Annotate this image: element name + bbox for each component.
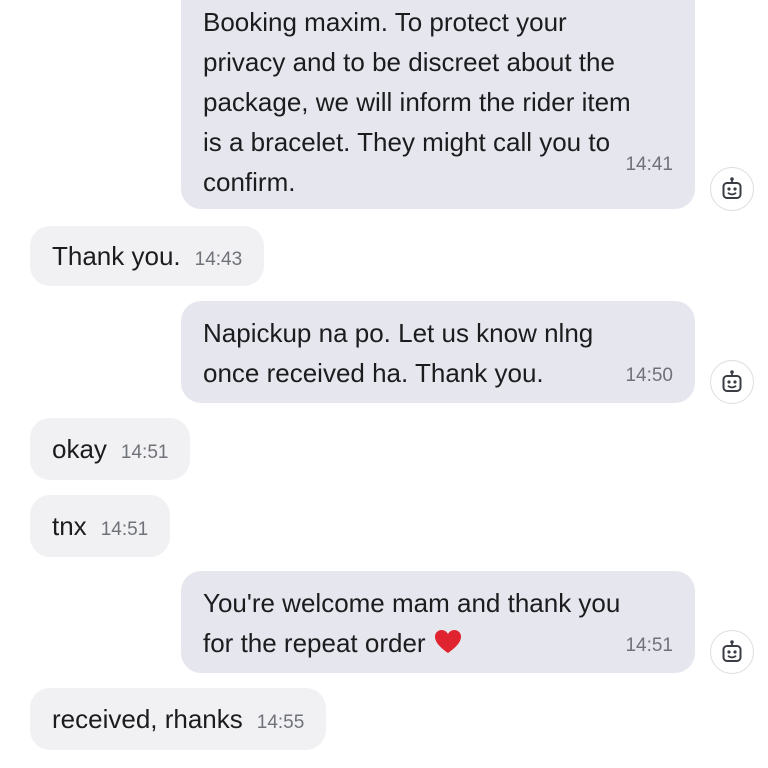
message-text-content: You're welcome mam and thank you for the… xyxy=(203,588,621,658)
robot-icon[interactable] xyxy=(710,167,754,211)
chat-thread: Booking maxim. To protect your privacy a… xyxy=(0,0,768,768)
outgoing-message[interactable]: Napickup na po. Let us know nlng once re… xyxy=(181,301,695,403)
message-time: 14:51 xyxy=(120,442,169,463)
heart-emoji xyxy=(434,630,461,653)
message-time: 14:51 xyxy=(625,635,673,656)
outgoing-message[interactable]: You're welcome mam and thank you for the… xyxy=(181,571,695,673)
message-text: received, rhanks xyxy=(52,704,243,734)
incoming-message[interactable]: Thank you. 14:43 xyxy=(30,226,265,286)
message-text: You're welcome mam and thank you for the… xyxy=(203,583,673,663)
message-text: tnx xyxy=(52,511,87,541)
incoming-message[interactable]: tnx 14:51 xyxy=(30,495,171,557)
robot-icon-glyph xyxy=(722,370,742,392)
robot-icon-glyph xyxy=(722,177,742,199)
message-time: 14:41 xyxy=(625,154,673,175)
message-text: Thank you. xyxy=(52,241,181,271)
robot-icon[interactable] xyxy=(710,630,754,674)
message-time: 14:55 xyxy=(256,712,305,733)
robot-icon[interactable] xyxy=(710,360,754,404)
message-text: Booking maxim. To protect your privacy a… xyxy=(203,7,631,197)
message-time: 14:51 xyxy=(100,519,149,540)
message-time: 14:50 xyxy=(625,365,673,386)
message-text: okay xyxy=(52,434,107,464)
robot-icon-glyph xyxy=(722,640,742,662)
incoming-message[interactable]: okay 14:51 xyxy=(30,418,191,480)
incoming-message[interactable]: received, rhanks 14:55 xyxy=(30,688,327,750)
message-time: 14:43 xyxy=(194,249,243,270)
outgoing-message[interactable]: Booking maxim. To protect your privacy a… xyxy=(181,0,695,209)
message-text: Napickup na po. Let us know nlng once re… xyxy=(203,318,594,388)
